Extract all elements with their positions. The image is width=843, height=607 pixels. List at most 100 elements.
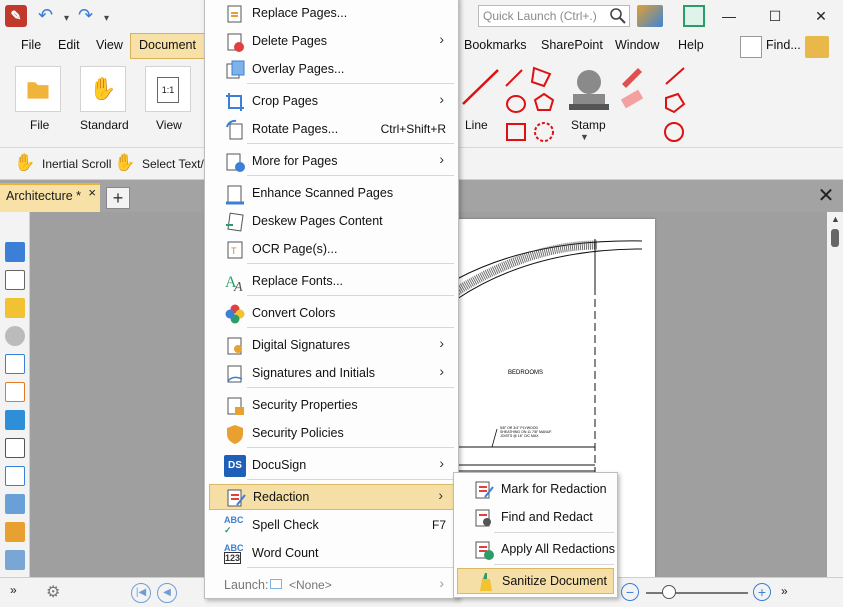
shield-icon (227, 425, 243, 444)
cloud-tool-icon[interactable] (534, 122, 554, 142)
signatures-panel-icon[interactable] (5, 550, 25, 570)
menu-item-rotate-pages[interactable]: Rotate Pages... Ctrl+Shift+R (209, 117, 454, 143)
view-ribbon-button[interactable]: 1:1 (145, 66, 191, 112)
menu-item-replace-pages[interactable]: Replace Pages... (209, 1, 454, 27)
tags-panel-icon[interactable] (5, 438, 25, 458)
vertical-scrollbar[interactable]: ▲ (827, 212, 843, 577)
find-redact-icon (475, 509, 491, 527)
undo-dropdown-icon[interactable]: ▾ (64, 8, 69, 30)
menu-bookmarks[interactable]: Bookmarks (464, 38, 527, 52)
folder-icon (27, 82, 49, 99)
polygon-tool-icon[interactable] (530, 66, 552, 88)
menu-item-overlay-pages[interactable]: Overlay Pages... (209, 57, 454, 83)
minimize-button[interactable]: — (706, 4, 752, 28)
destinations-panel-icon[interactable] (5, 466, 25, 486)
settings-gear-icon[interactable] (637, 5, 663, 27)
scroll-up-icon[interactable]: ▲ (831, 214, 840, 224)
menu-item-crop-pages[interactable]: Crop Pages › (209, 89, 454, 115)
arrow-tool-icon[interactable] (505, 69, 523, 87)
menu-view[interactable]: View (96, 38, 123, 52)
line-tool-icon[interactable] (462, 69, 499, 105)
menu-item-more-for-pages[interactable]: More for Pages › (209, 149, 454, 175)
pentagon-tool-icon[interactable] (533, 92, 555, 111)
redo-dropdown-icon[interactable]: ▾ (104, 8, 109, 30)
menu-item-ocr[interactable]: T OCR Page(s)... (209, 237, 454, 263)
fields-panel-icon[interactable] (5, 354, 25, 374)
file-ribbon-button[interactable] (15, 66, 61, 112)
search-icon[interactable] (609, 7, 627, 25)
menu-item-digital-signatures[interactable]: Digital Signatures › (209, 333, 454, 359)
oval-tool-icon[interactable] (506, 95, 526, 113)
standard-ribbon-button[interactable]: ✋ (80, 66, 126, 112)
menu-file[interactable]: File (21, 38, 41, 52)
folder-search-icon[interactable] (805, 36, 829, 58)
submenu-find-and-redact[interactable]: Find and Redact (457, 505, 614, 531)
find-button[interactable]: Find... (766, 38, 801, 52)
stamp-dropdown-icon[interactable]: ▼ (580, 132, 589, 142)
menu-item-deskew[interactable]: Deskew Pages Content (209, 209, 454, 235)
menu-item-security-policies[interactable]: Security Policies (209, 421, 454, 447)
comments-panel-icon[interactable] (5, 298, 25, 318)
scrollbar-thumb[interactable] (831, 229, 839, 247)
first-page-icon[interactable]: |◀ (131, 583, 151, 603)
area-tool-icon[interactable] (665, 92, 686, 114)
menu-item-redaction[interactable]: Redaction › (209, 484, 454, 510)
menu-item-signatures-initials[interactable]: Signatures and Initials › (209, 361, 454, 387)
rotate-icon (226, 119, 243, 140)
menu-document[interactable]: Document (130, 33, 205, 59)
undo-icon[interactable]: ↶ (38, 4, 53, 26)
tab-architecture[interactable]: Architecture * × (0, 183, 100, 212)
thumbnails-panel-icon[interactable] (5, 270, 25, 290)
submenu-apply-all-redactions[interactable]: Apply All Redactions (457, 537, 615, 563)
menu-item-security-properties[interactable]: Security Properties (209, 393, 454, 419)
links-panel-icon[interactable] (5, 522, 25, 542)
menu-window[interactable]: Window (615, 38, 659, 52)
new-tab-button[interactable]: + (106, 187, 130, 209)
dimension-tool-icon[interactable] (665, 67, 685, 85)
menu-edit[interactable]: Edit (58, 38, 80, 52)
zoom-expand-icon[interactable]: » (781, 584, 788, 598)
maximize-button[interactable]: ☐ (752, 4, 798, 28)
perimeter-tool-icon[interactable] (664, 122, 684, 142)
attachments-panel-icon[interactable] (5, 326, 25, 346)
bookmarks-panel-icon[interactable] (5, 242, 25, 262)
fullscreen-icon[interactable] (683, 5, 705, 27)
menu-item-convert-colors[interactable]: Convert Colors (209, 301, 454, 327)
stamp-ribbon-button[interactable] (563, 64, 615, 120)
redo-icon[interactable]: ↷ (78, 4, 93, 26)
menu-item-docusign[interactable]: DS DocuSign › (209, 453, 454, 479)
zoom-in-icon[interactable]: + (753, 583, 771, 601)
close-window-button[interactable]: ✕ (798, 4, 843, 28)
menu-item-enhance-scanned[interactable]: Enhance Scanned Pages (209, 181, 454, 207)
find-icon[interactable] (740, 36, 762, 58)
menu-help[interactable]: Help (678, 38, 704, 52)
structure-panel-icon[interactable] (5, 494, 25, 514)
menu-item-replace-fonts[interactable]: AA Replace Fonts... (209, 269, 454, 295)
standard-ribbon-label: Standard (80, 118, 129, 132)
menu-item-spell-check[interactable]: ABC ✓ Spell Check F7 (209, 513, 454, 539)
menu-item-launch[interactable]: Launch: <None> › (209, 573, 454, 599)
inertial-scroll-button[interactable]: Inertial Scroll (42, 157, 111, 171)
app-logo-icon[interactable]: ✎ (5, 5, 27, 27)
status-settings-icon[interactable]: ⚙ (46, 582, 60, 602)
select-text-button[interactable]: Select Text/ (142, 157, 204, 171)
collapse-icon[interactable]: » (10, 583, 17, 597)
overlay-pages-icon (226, 60, 245, 79)
tab-close-icon[interactable]: × (88, 185, 96, 200)
highlighter-icon[interactable] (622, 68, 642, 88)
submenu-sanitize-document[interactable]: Sanitize Document (457, 568, 614, 594)
eraser-icon[interactable] (620, 89, 644, 109)
layers-panel-icon[interactable] (5, 410, 25, 430)
zoom-out-icon[interactable]: − (621, 583, 639, 601)
quick-launch-input[interactable]: Quick Launch (Ctrl+.) (478, 5, 630, 27)
menu-sharepoint[interactable]: SharePoint (541, 38, 603, 52)
close-document-icon[interactable]: ✕ (813, 185, 839, 209)
zoom-slider-handle[interactable] (662, 585, 676, 599)
rectangle-tool-icon[interactable] (506, 123, 526, 141)
menu-item-word-count[interactable]: ABC 123 Word Count (209, 541, 454, 567)
previous-page-icon[interactable]: ◀ (157, 583, 177, 603)
left-panel-toolbar (0, 212, 30, 577)
menu-item-delete-pages[interactable]: Delete Pages › (209, 29, 454, 55)
submenu-mark-for-redaction[interactable]: Mark for Redaction (457, 477, 614, 503)
content-panel-icon[interactable] (5, 382, 25, 402)
